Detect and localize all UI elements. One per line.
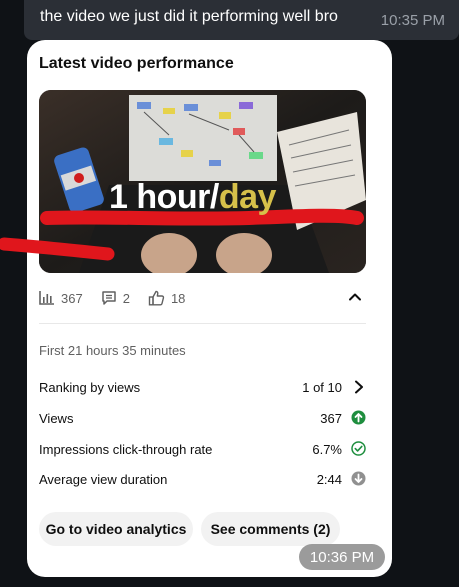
bar-chart-icon — [39, 291, 55, 305]
time-period-label: First 21 hours 35 minutes — [39, 343, 186, 358]
see-comments-button[interactable]: See comments (2) — [201, 512, 340, 546]
previous-message-bubble: the video we just did it performing well… — [24, 0, 459, 40]
stat-row-views: Views 367 — [39, 409, 366, 429]
stat-value: 367 — [320, 411, 342, 426]
arrow-up-circle-icon — [351, 410, 366, 428]
footer-timestamp: 10:36 PM — [299, 544, 385, 570]
stat-row-avg-duration: Average view duration 2:44 — [39, 470, 366, 490]
views-count: 367 — [61, 290, 83, 306]
chevron-right-icon — [352, 379, 366, 398]
message-text: the video we just did it performing well… — [40, 8, 338, 25]
likes-metric: 18 — [148, 290, 185, 306]
comment-icon — [101, 290, 117, 306]
stat-label: Impressions click-through rate — [39, 442, 213, 457]
card-title: Latest video performance — [39, 55, 234, 72]
divider — [39, 323, 366, 324]
overlay-accent-text: day — [218, 178, 277, 216]
overlay-main-text: 1 hour/ — [109, 178, 219, 216]
stat-label: Ranking by views — [39, 380, 141, 395]
arrow-down-circle-icon — [351, 471, 366, 489]
engagement-metrics: 367 2 18 — [39, 288, 203, 308]
comments-metric: 2 — [101, 290, 130, 306]
message-timestamp: 10:35 PM — [380, 12, 445, 29]
stat-value: 2:44 — [316, 472, 342, 487]
collapse-chevron-icon[interactable] — [348, 290, 362, 309]
views-metric: 367 — [39, 291, 83, 306]
likes-count: 18 — [170, 290, 186, 306]
check-circle-icon — [351, 441, 366, 459]
video-performance-card: Latest video performance 1 hour/day 367 … — [27, 40, 392, 577]
stat-row-ranking[interactable]: Ranking by views 1 of 10 — [39, 378, 366, 398]
stat-value: 1 of 10 — [302, 380, 342, 395]
thumbs-up-icon — [148, 290, 165, 306]
stat-value: 6.7% — [312, 442, 342, 457]
thumbnail-overlay-text: 1 hour/day — [109, 178, 276, 217]
red-scribble-mark — [0, 237, 115, 261]
stat-label: Average view duration — [39, 472, 168, 487]
stat-label: Views — [39, 411, 74, 426]
stat-row-ctr: Impressions click-through rate 6.7% — [39, 440, 366, 460]
comments-count: 2 — [122, 290, 130, 306]
go-to-analytics-button[interactable]: Go to video analytics — [39, 512, 193, 546]
